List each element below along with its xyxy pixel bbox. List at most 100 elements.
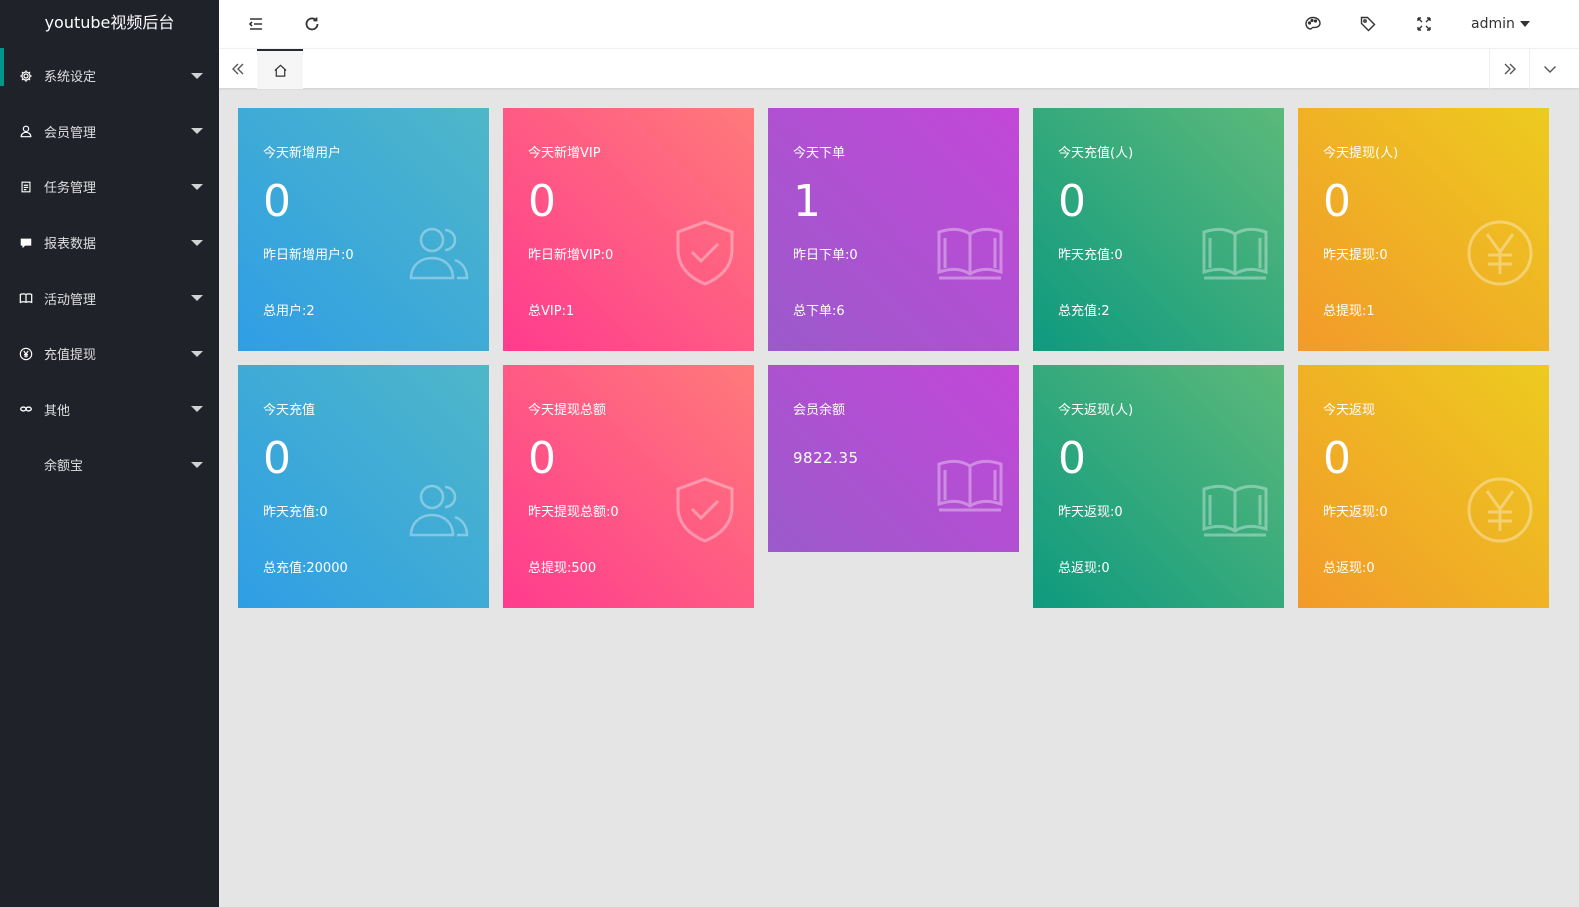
- sidebar-item-member-management[interactable]: 会员管理: [0, 104, 219, 160]
- home-icon: [273, 64, 287, 77]
- stat-card-today-cashback[interactable]: 今天返现 0 昨天返现:0 总返现:0: [1298, 365, 1549, 608]
- sidebar-item-recharge-withdraw[interactable]: 充值提现: [0, 326, 219, 382]
- card-title: 今天下单: [793, 146, 846, 161]
- blank-icon: [18, 457, 34, 473]
- card-sub-yesterday: 昨日新增VIP:0: [528, 248, 614, 263]
- stat-card-today-withdraw-people[interactable]: 今天提现(人) 0 昨天提现:0 总提现:1: [1298, 108, 1549, 351]
- yen-icon: [18, 346, 34, 362]
- card-sub-yesterday: 昨天提现总额:0: [528, 505, 619, 520]
- stat-card-today-new-vip[interactable]: 今天新增VIP 0 昨日新增VIP:0 总VIP:1: [503, 108, 754, 351]
- yen-circle-icon: [1465, 218, 1535, 288]
- tag-icon[interactable]: [1358, 14, 1378, 34]
- stat-card-today-cashback-people[interactable]: 今天返现(人) 0 昨天返现:0 总返现:0: [1033, 365, 1284, 608]
- chevron-down-icon: [191, 128, 203, 135]
- card-value: 9822.35: [793, 449, 859, 467]
- card-value: 0: [1323, 176, 1351, 227]
- card-value: 1: [793, 176, 821, 227]
- card-sub-yesterday: 昨天充值:0: [1058, 248, 1123, 263]
- double-chevron-right-icon: [1504, 63, 1516, 75]
- card-sub-total: 总提现:500: [528, 561, 597, 576]
- shield-check-icon: [670, 218, 740, 288]
- stat-card-today-new-users[interactable]: 今天新增用户 0 昨日新增用户:0 总用户:2: [238, 108, 489, 351]
- user-icon: [18, 123, 34, 139]
- stat-card-today-withdraw-total[interactable]: 今天提现总额 0 昨天提现总额:0 总提现:500: [503, 365, 754, 608]
- card-sub-total: 总返现:0: [1058, 561, 1110, 576]
- card-value: 0: [1323, 433, 1351, 484]
- card-sub-yesterday: 昨日新增用户:0: [263, 248, 354, 263]
- sidebar-item-label: 报表数据: [44, 237, 97, 253]
- sidebar-item-balance-treasure[interactable]: 余额宝: [0, 437, 219, 493]
- card-value: 0: [528, 176, 556, 227]
- card-value: 0: [263, 176, 291, 227]
- card-sub-total: 总VIP:1: [528, 304, 575, 319]
- top-header: admin: [219, 0, 1579, 48]
- sidebar-item-system-settings[interactable]: 系统设定: [0, 48, 219, 104]
- divider: [1529, 49, 1530, 89]
- tab-scroll-right[interactable]: [1491, 49, 1529, 89]
- stat-card-today-recharge-people[interactable]: 今天充值(人) 0 昨天充值:0 总充值:2: [1033, 108, 1284, 351]
- card-title: 今天返现: [1323, 403, 1376, 418]
- card-value: 0: [263, 433, 291, 484]
- tab-scroll-left[interactable]: [219, 49, 257, 89]
- card-sub-yesterday: 昨天充值:0: [263, 505, 328, 520]
- sidebar: youtube视频后台 系统设定 会员管理 任务管理 报表数据 活动管理 充值提…: [0, 0, 219, 907]
- card-title: 今天新增VIP: [528, 146, 601, 161]
- card-sub-total: 总充值:2: [1058, 304, 1110, 319]
- document-icon: [18, 179, 34, 195]
- card-title: 今天新增用户: [263, 146, 342, 161]
- sidebar-item-task-management[interactable]: 任务管理: [0, 159, 219, 215]
- app-logo-title[interactable]: youtube视频后台: [0, 0, 219, 48]
- caret-down-icon: [1519, 21, 1530, 27]
- card-title: 今天充值(人): [1058, 146, 1134, 161]
- chevron-down-icon: [191, 239, 203, 246]
- user-menu[interactable]: admin: [1471, 0, 1530, 48]
- book-open-icon: [935, 450, 1005, 520]
- link-icon: [18, 401, 34, 417]
- sidebar-item-label: 余额宝: [44, 459, 84, 475]
- card-title: 今天提现总额: [528, 403, 607, 418]
- chevron-down-icon: [1544, 66, 1556, 73]
- card-title: 会员余额: [793, 403, 846, 418]
- card-title: 今天返现(人): [1058, 403, 1134, 418]
- sidebar-item-label: 充值提现: [44, 348, 97, 364]
- book-icon: [18, 290, 34, 306]
- book-open-icon: [1200, 218, 1270, 288]
- card-sub-yesterday: 昨天返现:0: [1058, 505, 1123, 520]
- card-sub-yesterday: 昨天提现:0: [1323, 248, 1388, 263]
- chat-icon: [18, 235, 34, 251]
- book-open-icon: [935, 218, 1005, 288]
- sidebar-item-label: 其他: [44, 403, 71, 419]
- sidebar-item-label: 活动管理: [44, 292, 97, 308]
- stat-card-today-recharge[interactable]: 今天充值 0 昨天充值:0 总充值:20000: [238, 365, 489, 608]
- chevron-down-icon: [191, 350, 203, 357]
- chevron-down-icon: [191, 295, 203, 302]
- yen-circle-icon: [1465, 475, 1535, 545]
- card-value: 0: [528, 433, 556, 484]
- book-open-icon: [1200, 475, 1270, 545]
- gear-icon: [18, 68, 34, 84]
- sidebar-item-report-data[interactable]: 报表数据: [0, 215, 219, 271]
- refresh-icon[interactable]: [302, 14, 322, 34]
- users-icon: [405, 475, 475, 545]
- card-sub-yesterday: 昨天返现:0: [1323, 505, 1388, 520]
- menu-collapse-icon[interactable]: [246, 14, 266, 34]
- chevron-down-icon: [191, 406, 203, 413]
- stat-card-today-orders[interactable]: 今天下单 1 昨日下单:0 总下单:6: [768, 108, 1019, 351]
- shield-check-icon: [670, 475, 740, 545]
- sidebar-item-other[interactable]: 其他: [0, 382, 219, 438]
- theme-icon[interactable]: [1303, 14, 1323, 34]
- card-title: 今天提现(人): [1323, 146, 1399, 161]
- sidebar-item-activity-management[interactable]: 活动管理: [0, 270, 219, 326]
- tab-page-operations[interactable]: [1531, 49, 1569, 89]
- stat-card-member-balance[interactable]: 会员余额 9822.35: [768, 365, 1019, 552]
- sidebar-item-label: 任务管理: [44, 181, 97, 197]
- tab-home[interactable]: [257, 49, 303, 89]
- fullscreen-icon[interactable]: [1414, 14, 1434, 34]
- card-sub-total: 总充值:20000: [263, 561, 348, 576]
- card-sub-total: 总用户:2: [263, 304, 315, 319]
- user-name: admin: [1471, 16, 1515, 32]
- chevron-down-icon: [191, 461, 203, 468]
- card-sub-yesterday: 昨日下单:0: [793, 248, 858, 263]
- card-sub-total: 总下单:6: [793, 304, 845, 319]
- card-title: 今天充值: [263, 403, 316, 418]
